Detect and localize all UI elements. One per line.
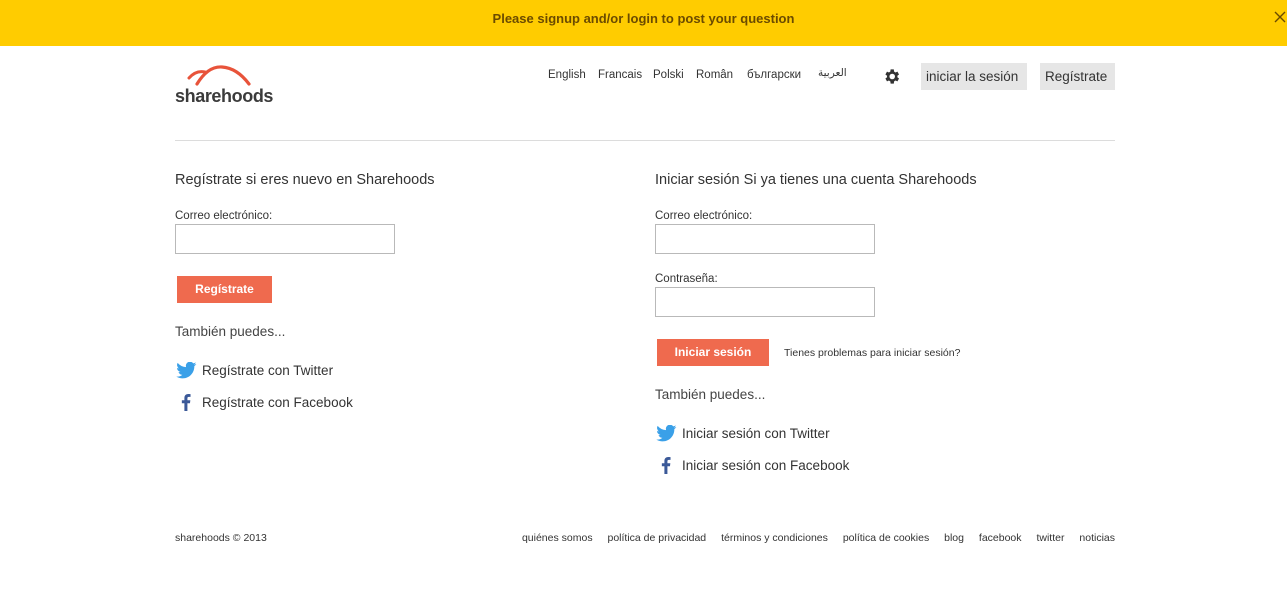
footer-link-terms[interactable]: términos y condiciones [721,532,828,544]
footer-link-twitter[interactable]: twitter [1036,532,1064,544]
sharehoods-logo[interactable]: sharehoods [175,64,273,108]
login-email-input[interactable] [655,224,875,254]
register-email-label: Correo electrónico: [175,210,273,222]
facebook-icon [175,392,197,412]
lang-bulgarian[interactable]: български [747,69,801,81]
login-actions: Iniciar sesión Tienes problemas para ini… [655,339,1095,366]
login-button[interactable]: Iniciar sesión [657,339,769,366]
footer-link-news[interactable]: noticias [1079,532,1115,544]
gear-icon[interactable] [882,67,901,86]
login-twitter-link[interactable]: Iniciar sesión con Twitter [655,423,1095,443]
lang-roman[interactable]: Român [696,69,733,81]
login-password-label: Contraseña: [655,273,718,285]
header-register-button[interactable]: Regístrate [1040,63,1115,90]
footer-link-blog[interactable]: blog [944,532,964,544]
logo-arc-icon [187,65,251,86]
register-also-label: También puedes... [175,324,286,339]
footer-links: quiénes somos política de privacidad tér… [510,532,1115,544]
login-title: Iniciar sesión Si ya tienes una cuenta S… [655,172,977,188]
notification-banner: Please signup and/or login to post your … [0,0,1287,46]
register-title: Regístrate si eres nuevo en Sharehoods [175,172,435,188]
register-button[interactable]: Regístrate [177,276,272,303]
footer: sharehoods © 2013 quiénes somos política… [175,532,1115,546]
login-twitter-label: Iniciar sesión con Twitter [682,425,830,441]
lang-english[interactable]: English [548,69,586,81]
facebook-icon [655,455,677,475]
login-trouble-link[interactable]: Tienes problemas para iniciar sesión? [784,347,960,359]
login-facebook-link[interactable]: Iniciar sesión con Facebook [655,455,1095,475]
register-section: Regístrate si eres nuevo en Sharehoods C… [175,170,615,412]
twitter-icon [655,423,677,443]
footer-link-cookies[interactable]: política de cookies [843,532,929,544]
login-section: Iniciar sesión Si ya tienes una cuenta S… [655,170,1095,475]
lang-arabic[interactable]: العربية [818,67,847,79]
logo-text: sharehoods [175,86,274,106]
register-twitter-label: Regístrate con Twitter [202,362,334,378]
login-email-label: Correo electrónico: [655,210,753,222]
footer-copyright: sharehoods © 2013 [175,532,267,544]
header-login-button[interactable]: iniciar la sesión [921,63,1027,90]
header-divider [175,140,1115,141]
footer-link-privacy[interactable]: política de privacidad [608,532,707,544]
login-also-label: También puedes... [655,387,766,402]
register-facebook-label: Regístrate con Facebook [202,394,353,410]
footer-link-facebook[interactable]: facebook [979,532,1022,544]
twitter-icon [175,360,197,380]
register-twitter-link[interactable]: Regístrate con Twitter [175,360,615,380]
register-facebook-link[interactable]: Regístrate con Facebook [175,392,615,412]
banner-text: Please signup and/or login to post your … [492,11,795,26]
close-icon[interactable] [1273,10,1287,24]
register-email-input[interactable] [175,224,395,254]
lang-francais[interactable]: Francais [598,69,642,81]
login-password-input[interactable] [655,287,875,317]
login-facebook-label: Iniciar sesión con Facebook [682,457,850,473]
lang-polski[interactable]: Polski [653,69,684,81]
footer-link-about[interactable]: quiénes somos [522,532,593,544]
